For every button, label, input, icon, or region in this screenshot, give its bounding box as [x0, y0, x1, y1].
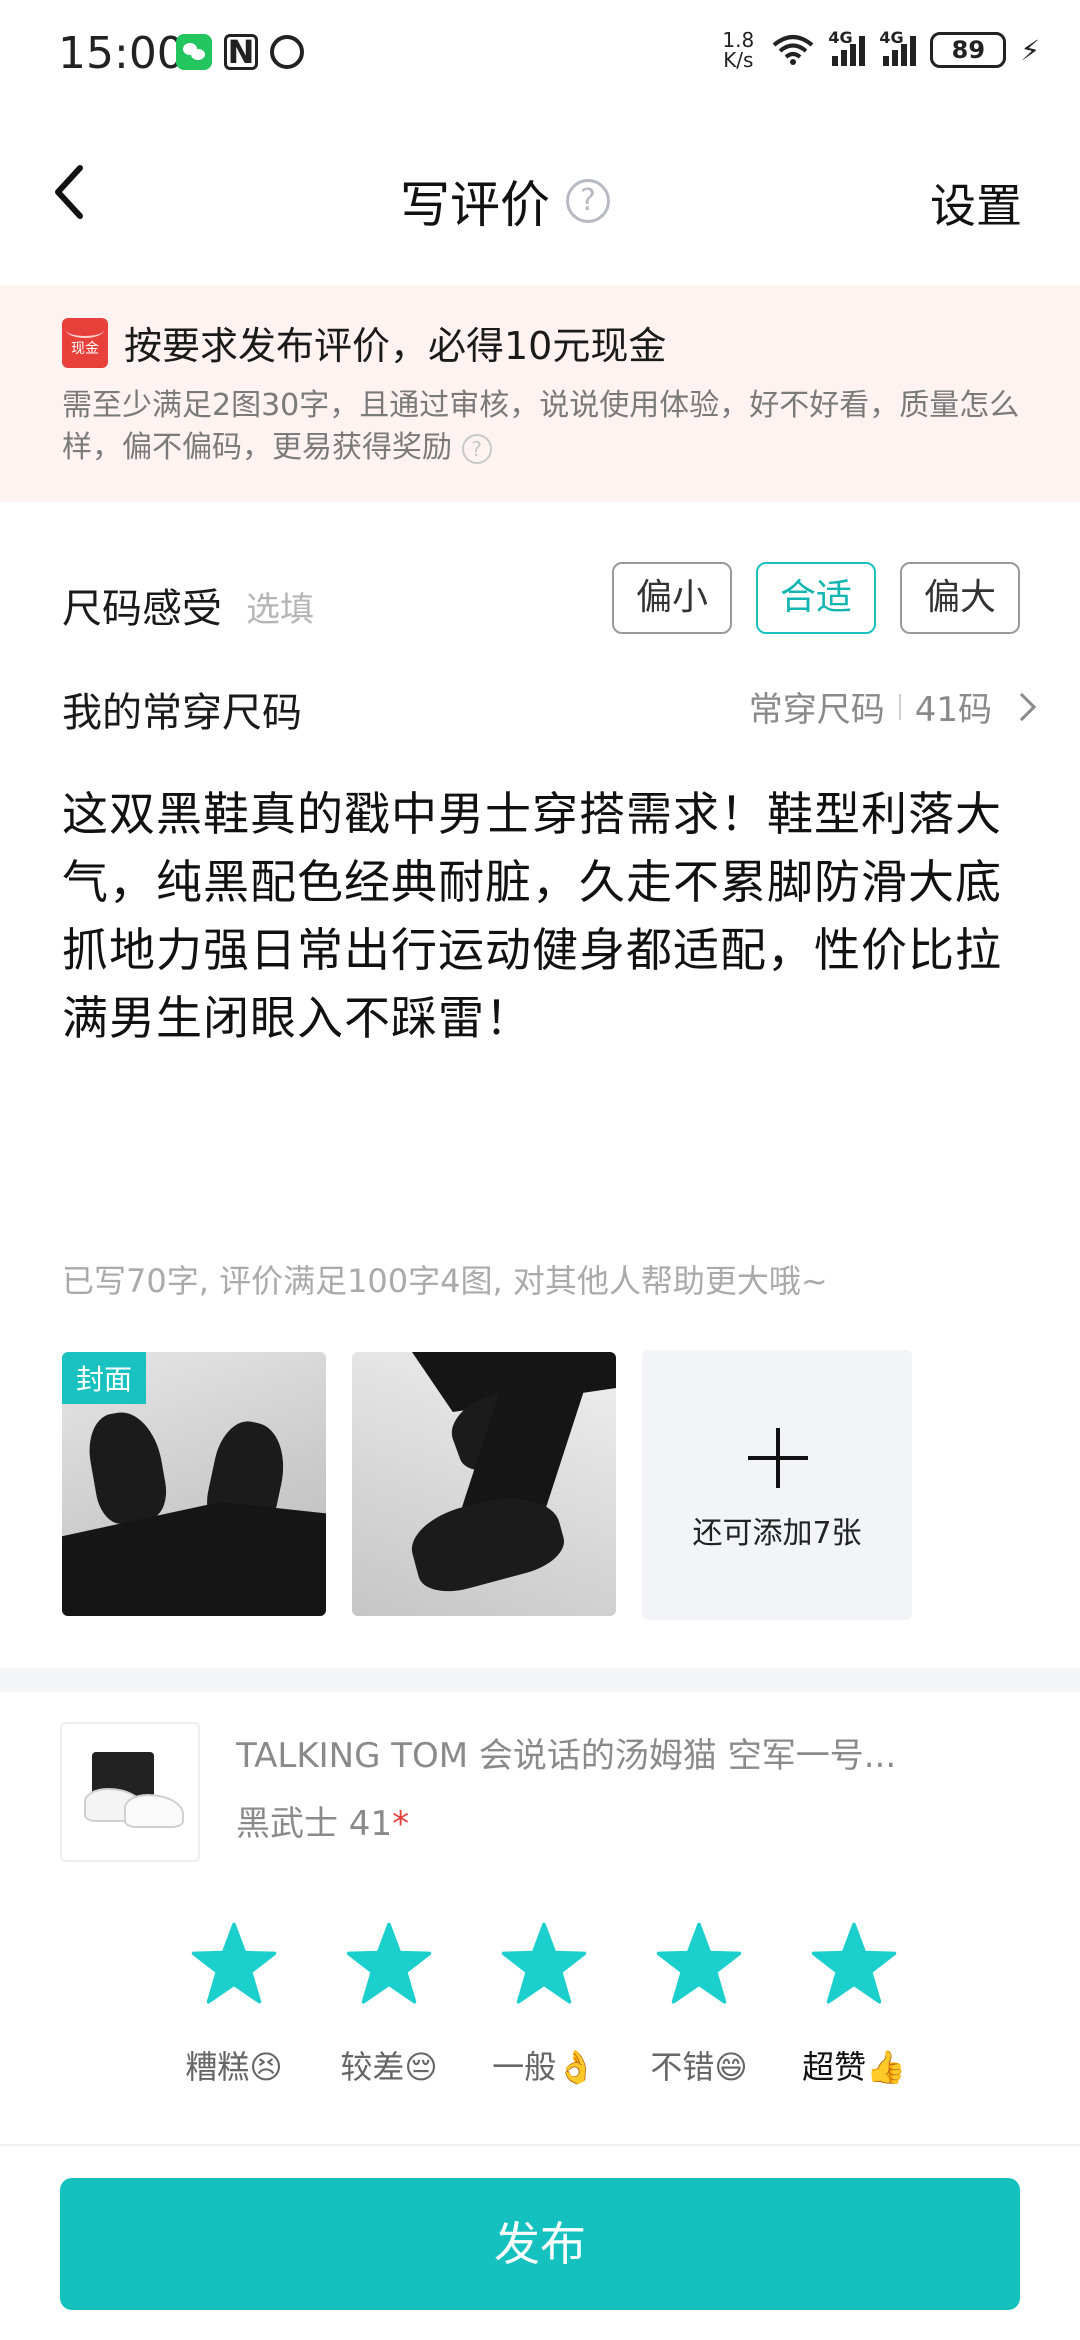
- star-rating-label: 糟糕😣: [185, 2048, 283, 2086]
- size-feel-row: 尺码感受 选填 偏小 合适 偏大: [0, 560, 1080, 640]
- usual-size-value: 41码: [914, 690, 992, 730]
- bottom-divider: [0, 2144, 1080, 2146]
- pants-shape: [62, 1502, 326, 1616]
- size-feel-label: 尺码感受: [62, 586, 222, 632]
- section-divider: [0, 1668, 1080, 1692]
- star-rating-label: 一般👌: [492, 2048, 596, 2086]
- usual-size-row[interactable]: 我的常穿尺码 常穿尺码 41码: [0, 670, 1080, 740]
- star-rating-label: 超赞👍: [802, 2048, 906, 2086]
- signal-label-2: 4G: [879, 28, 904, 47]
- separator: [898, 693, 901, 720]
- review-textarea[interactable]: 这双黑鞋真的戳中男士穿搭需求！鞋型利落大气，纯黑配色经典耐脏，久走不累脚防滑大底…: [62, 780, 1022, 1052]
- product-thumbnail[interactable]: [60, 1722, 200, 1862]
- wechat-icon: [176, 34, 212, 70]
- photo-list: 封面 还可添加7张: [62, 1350, 912, 1620]
- banner-title: 按要求发布评价，必得10元现金: [124, 324, 667, 368]
- word-count-hint: 已写70字, 评价满足100字4图, 对其他人帮助更大哦~: [62, 1262, 828, 1300]
- star-icon: [501, 1922, 587, 2004]
- size-feel-optional: 选填: [246, 590, 314, 630]
- size-option-small[interactable]: 偏小: [612, 562, 732, 634]
- network-speed: 1.8 K/s: [722, 28, 755, 72]
- photo-thumbnail-1[interactable]: 封面: [62, 1352, 326, 1616]
- product-spec: 黑武士 41*: [236, 1796, 409, 1845]
- page-title: 写评价: [400, 176, 550, 234]
- usual-size-label: 我的常穿尺码: [62, 690, 302, 736]
- nfc-icon: N: [224, 34, 258, 70]
- star-rating: 糟糕😣 较差😔 一般👌 不错😄 超赞👍: [185, 1920, 906, 2086]
- photo-thumbnail-2[interactable]: [352, 1352, 616, 1616]
- banner-help-icon[interactable]: ?: [461, 433, 492, 464]
- star-icon: [191, 1922, 277, 2004]
- product-spec-text: 黑武士 41: [236, 1804, 393, 1844]
- add-photo-label: 还可添加7张: [692, 1516, 862, 1551]
- status-left-icons: N: [176, 34, 304, 70]
- help-icon[interactable]: ?: [566, 179, 610, 223]
- plus-icon: [748, 1428, 808, 1488]
- usual-size-value-label: 常穿尺码: [748, 690, 885, 730]
- nav-title-group: 写评价 ?: [400, 165, 610, 237]
- star-rating-item[interactable]: 糟糕😣: [185, 1920, 283, 2086]
- star-rating-item[interactable]: 超赞👍: [802, 1920, 906, 2086]
- required-mark: *: [392, 1804, 410, 1844]
- star-rating-item[interactable]: 较差😔: [340, 1920, 438, 2086]
- star-icon: [346, 1922, 432, 2004]
- back-arrow-icon[interactable]: [48, 162, 92, 222]
- shoe-shape: [124, 1794, 184, 1828]
- star-rating-item[interactable]: 不错😄: [650, 1920, 748, 2086]
- battery-icon: 89: [930, 32, 1007, 68]
- wifi-icon: [773, 35, 814, 65]
- status-right-icons: 1.8 K/s 4G 4G 89 ⚡: [718, 28, 1040, 72]
- status-bar: 15:00 N 1.8 K/s 4G 4G 89 ⚡: [0, 0, 1080, 110]
- charging-icon: ⚡: [1020, 33, 1040, 67]
- product-name: TALKING TOM 会说话的汤姆猫 空军一号...: [236, 1736, 897, 1776]
- reward-banner: 现金 按要求发布评价，必得10元现金 需至少满足2图30字，且通过审核，说说使用…: [0, 285, 1080, 502]
- signal-icon-2: 4G: [879, 28, 917, 66]
- chevron-right-icon: [1007, 692, 1037, 721]
- size-option-large[interactable]: 偏大: [900, 562, 1020, 634]
- banner-desc-text: 需至少满足2图30字，且通过审核，说说使用体验，好不好看，质量怎么样，偏不偏码，…: [62, 388, 1020, 465]
- star-rating-label: 较差😔: [340, 2048, 438, 2086]
- star-rating-label: 不错😄: [650, 2048, 748, 2086]
- banner-head: 现金 按要求发布评价，必得10元现金: [62, 315, 666, 370]
- banner-description: 需至少满足2图30字，且通过审核，说说使用体验，好不好看，质量怎么样，偏不偏码，…: [62, 385, 1022, 469]
- star-rating-item[interactable]: 一般👌: [492, 1920, 596, 2086]
- usual-size-selector[interactable]: 常穿尺码 41码: [748, 682, 1037, 731]
- publish-button[interactable]: 发布: [60, 2178, 1020, 2310]
- settings-button[interactable]: 设置: [930, 170, 1022, 236]
- star-icon: [811, 1922, 897, 2004]
- signal-label-1: 4G: [828, 28, 853, 47]
- size-option-fit[interactable]: 合适: [756, 562, 876, 634]
- add-photo-button[interactable]: 还可添加7张: [642, 1350, 912, 1620]
- alarm-icon: [270, 35, 304, 69]
- cash-envelope-icon: 现金: [62, 317, 108, 368]
- signal-icon-1: 4G: [828, 28, 866, 66]
- cover-tag: 封面: [62, 1352, 147, 1404]
- shoe-shape: [82, 1406, 172, 1528]
- star-icon: [656, 1922, 742, 2004]
- nav-bar: 写评价 ? 设置: [0, 110, 1080, 285]
- status-time: 15:00: [58, 28, 185, 79]
